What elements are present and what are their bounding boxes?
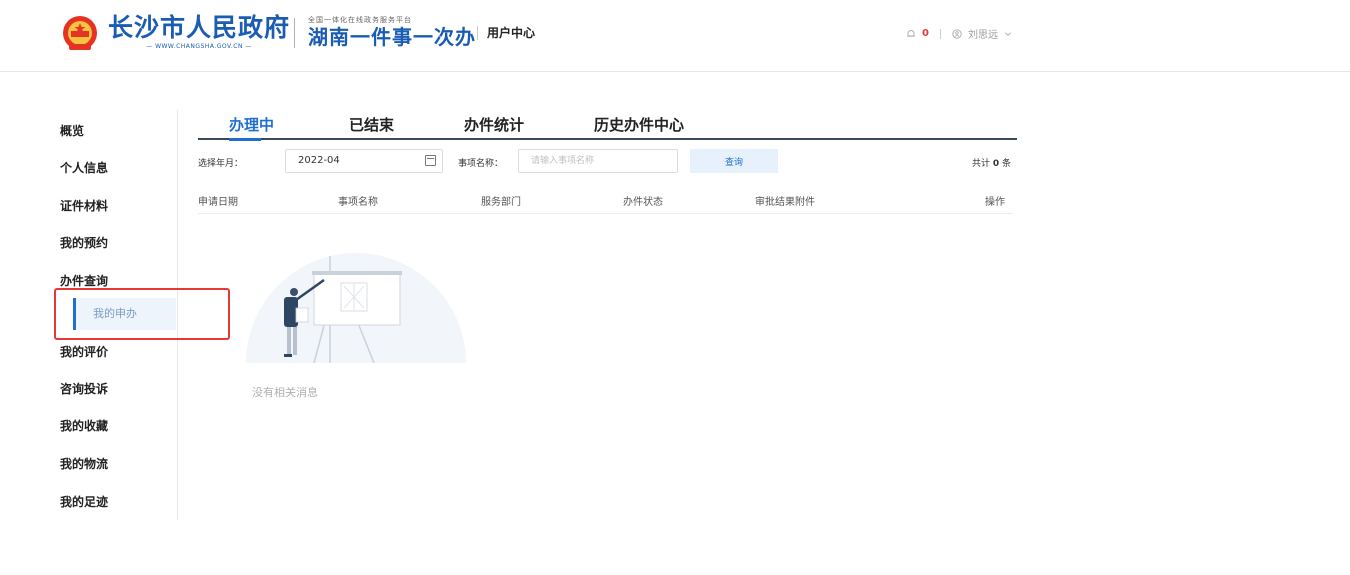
total-suffix: 条 [1002,159,1012,169]
column-status: 办件状态 [623,197,663,208]
total-prefix: 共计 [972,159,991,169]
gov-url: — WWW.CHANGSHA.GOV.CN — [146,43,252,50]
tab-in-progress[interactable]: 办理中 [229,114,274,135]
tab-bar: 办理中 已结束 办件统计 历史办件中心 [198,112,1017,140]
sidebar-item-personal-info[interactable]: 个人信息 [60,159,108,176]
sidebar-item-appointments[interactable]: 我的预约 [60,234,108,251]
item-name-label: 事项名称： [458,159,504,169]
column-department: 服务部门 [481,197,521,208]
column-item-name: 事项名称 [338,197,378,208]
calendar-icon[interactable] [425,155,436,166]
logo-divider [294,18,295,48]
column-apply-date: 申请日期 [198,197,238,208]
sidebar-item-footprints[interactable]: 我的足迹 [60,493,108,510]
total-count: 共计 0 条 [972,156,1011,169]
header-divider [939,28,941,39]
tab-finished[interactable]: 已结束 [349,114,394,135]
empty-state-illustration [246,253,466,363]
sidebar-item-documents[interactable]: 证件材料 [60,197,108,214]
active-tab-indicator [229,138,261,141]
user-center-title: 用户中心 [487,26,536,40]
gov-logo[interactable]: 长沙市人民政府 — WWW.CHANGSHA.GOV.CN — [108,13,291,51]
month-picker[interactable]: 2022-04 [285,149,443,173]
month-value: 2022-04 [298,155,340,166]
annotation-highlight-box [54,288,230,340]
column-actions: 操作 [985,197,1005,208]
notification-count[interactable]: 0 [922,28,929,39]
sidebar-item-case-query[interactable]: 办件查询 [60,272,108,289]
username[interactable]: 刘思远 [968,26,998,41]
gov-name: 长沙市人民政府 [108,13,291,42]
bell-icon[interactable] [906,29,916,39]
total-number: 0 [992,159,1000,169]
sidebar-item-consult-complaint[interactable]: 咨询投诉 [60,380,108,397]
sidebar-item-logistics[interactable]: 我的物流 [60,455,108,472]
platform-logo[interactable]: 全国一体化在线政务服务平台 湖南一件事一次办 [308,16,476,49]
column-attachment: 审批结果附件 [755,197,815,208]
header-user-area: 0 刘思远 [906,26,1012,41]
month-label: 选择年月： [198,159,244,169]
query-button[interactable]: 查询 [690,149,778,173]
sidebar-item-my-reviews[interactable]: 我的评价 [60,343,108,360]
user-icon[interactable] [952,28,962,39]
table-header: 申请日期 事项名称 服务部门 办件状态 审批结果附件 操作 [198,190,1013,214]
top-header: 长沙市人民政府 — WWW.CHANGSHA.GOV.CN — 全国一体化在线政… [0,0,1350,72]
national-emblem-icon [63,16,97,50]
sidebar-item-favorites[interactable]: 我的收藏 [60,417,108,434]
sidebar-item-overview[interactable]: 概览 [60,122,84,139]
user-center-divider [477,26,478,40]
chevron-down-icon[interactable] [1004,30,1012,38]
tab-history-center[interactable]: 历史办件中心 [594,114,684,135]
platform-name: 湖南一件事一次办 [308,25,476,49]
empty-state-message: 没有相关消息 [252,386,318,399]
tab-statistics[interactable]: 办件统计 [464,114,524,135]
platform-subtitle: 全国一体化在线政务服务平台 [308,16,412,24]
item-name-input[interactable] [518,149,678,173]
